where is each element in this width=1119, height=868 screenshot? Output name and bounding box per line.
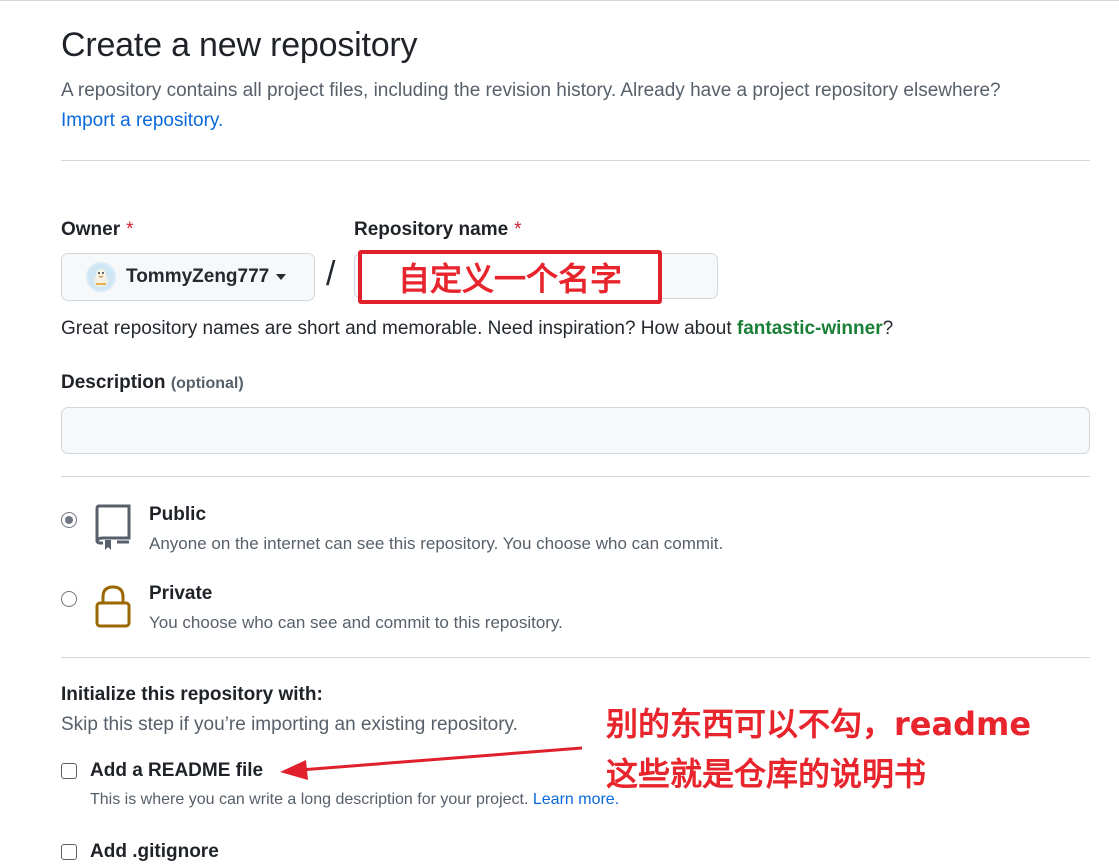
import-repository-link[interactable]: Import a repository.: [61, 110, 223, 131]
required-mark: *: [514, 219, 522, 240]
public-title: Public: [149, 504, 207, 525]
owner-repo-separator: /: [326, 255, 336, 293]
owner-label-text: Owner: [61, 219, 121, 240]
optional-hint: (optional): [170, 375, 244, 392]
name-suggestion-link[interactable]: fantastic-winner: [737, 318, 883, 339]
repo-name-label: Repository name *: [354, 219, 522, 241]
owner-name: TommyZeng777: [126, 266, 270, 287]
gitignore-label: Add .gitignore: [90, 841, 219, 862]
private-title: Private: [149, 583, 213, 604]
divider: [61, 657, 1090, 658]
readme-description: This is where you can write a long descr…: [90, 791, 619, 809]
private-radio[interactable]: [61, 591, 77, 607]
init-section-title: Initialize this repository with:: [61, 684, 323, 705]
description-input[interactable]: [61, 407, 1090, 454]
private-description: You choose who can see and commit to thi…: [149, 613, 563, 632]
repo-icon: [93, 502, 133, 557]
description-label: Description (optional): [61, 372, 244, 394]
description-label-text: Description: [61, 372, 166, 393]
owner-select[interactable]: TommyZeng777: [61, 253, 315, 301]
init-section-subtitle: Skip this step if you’re importing an ex…: [61, 714, 518, 735]
chevron-down-icon: [276, 274, 287, 280]
annotation-name-box: 自定义一个名字: [358, 250, 662, 304]
intro-text: A repository contains all project files,…: [61, 80, 1001, 101]
avatar: [86, 262, 116, 292]
required-mark: *: [126, 219, 134, 240]
name-hint: Great repository names are short and mem…: [61, 318, 893, 340]
owner-label: Owner *: [61, 219, 134, 241]
divider: [61, 160, 1090, 161]
annotation-note-line1: 别的东西可以不勾，readme: [606, 705, 1032, 743]
divider: [61, 476, 1090, 477]
annotation-note-line2: 这些就是仓库的说明书: [606, 755, 927, 793]
public-radio[interactable]: [61, 512, 77, 528]
public-description: Anyone on the internet can see this repo…: [149, 534, 724, 553]
repo-name-label-text: Repository name: [354, 219, 509, 240]
gitignore-checkbox[interactable]: [61, 844, 77, 860]
readme-checkbox[interactable]: [61, 763, 77, 779]
page-title: Create a new repository: [61, 26, 418, 64]
page-intro: A repository contains all project files,…: [61, 76, 1101, 136]
readme-description-text: This is where you can write a long descr…: [90, 791, 529, 808]
readme-label: Add a README file: [90, 760, 264, 781]
top-border: [0, 0, 1119, 1]
lock-icon: [93, 584, 133, 635]
name-hint-suffix: ?: [882, 318, 894, 339]
name-hint-text: Great repository names are short and mem…: [61, 318, 737, 339]
